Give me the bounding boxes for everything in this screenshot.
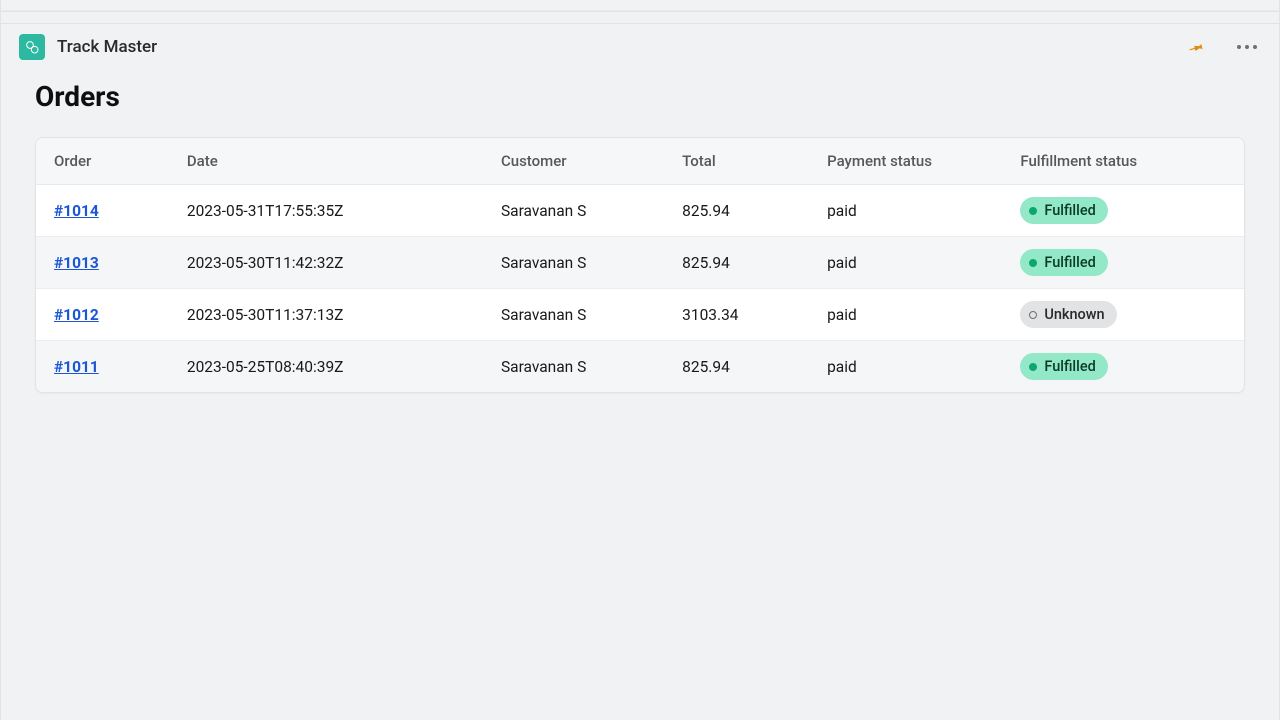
table-row: #1011 2023-05-25T08:40:39ZSaravanan S825.…: [36, 341, 1244, 393]
order-link[interactable]: #1014: [54, 202, 99, 220]
col-header-total: Total: [664, 138, 809, 185]
cell-date: 2023-05-30T11:42:32Z: [169, 237, 483, 289]
cell-fulfillment-status: Fulfilled: [1002, 341, 1244, 393]
cell-order: #1011: [36, 341, 169, 393]
cell-customer: Saravanan S: [483, 289, 664, 341]
cell-customer: Saravanan S: [483, 341, 664, 393]
col-header-fulfillment-status: Fulfillment status: [1002, 138, 1244, 185]
col-header-order: Order: [36, 138, 169, 185]
orders-table-card: Order Date Customer Total Payment status…: [35, 137, 1245, 393]
col-header-payment-status: Payment status: [809, 138, 1002, 185]
fulfilled-badge: Fulfilled: [1020, 249, 1107, 276]
order-link[interactable]: #1013: [54, 254, 99, 272]
cell-date: 2023-05-31T17:55:35Z: [169, 185, 483, 237]
badge-label: Fulfilled: [1044, 358, 1095, 375]
fulfilled-badge: Fulfilled: [1020, 197, 1107, 224]
cell-date: 2023-05-30T11:37:13Z: [169, 289, 483, 341]
cell-fulfillment-status: Fulfilled: [1002, 185, 1244, 237]
status-ring-icon: [1029, 311, 1037, 319]
app-logo-icon: [19, 34, 45, 60]
orders-table: Order Date Customer Total Payment status…: [36, 138, 1244, 392]
status-dot-icon: [1029, 259, 1037, 267]
page-title: Orders: [35, 80, 1245, 113]
cell-payment-status: paid: [809, 185, 1002, 237]
pin-icon[interactable]: [1187, 38, 1205, 56]
cell-total: 825.94: [664, 341, 809, 393]
cell-payment-status: paid: [809, 289, 1002, 341]
window-top-strip: [1, 0, 1279, 12]
more-icon[interactable]: [1233, 41, 1261, 53]
order-link[interactable]: #1011: [54, 358, 99, 376]
col-header-date: Date: [169, 138, 483, 185]
badge-label: Fulfilled: [1044, 254, 1095, 271]
unknown-badge: Unknown: [1020, 301, 1116, 328]
app-header: Track Master: [1, 24, 1279, 70]
cell-customer: Saravanan S: [483, 237, 664, 289]
table-row: #1014 2023-05-31T17:55:35ZSaravanan S825.…: [36, 185, 1244, 237]
cell-customer: Saravanan S: [483, 185, 664, 237]
cell-total: 3103.34: [664, 289, 809, 341]
status-dot-icon: [1029, 207, 1037, 215]
cell-fulfillment-status: Unknown: [1002, 289, 1244, 341]
cell-total: 825.94: [664, 237, 809, 289]
table-header-row: Order Date Customer Total Payment status…: [36, 138, 1244, 185]
cell-total: 825.94: [664, 185, 809, 237]
cell-order: #1014: [36, 185, 169, 237]
cell-order: #1012: [36, 289, 169, 341]
cell-date: 2023-05-25T08:40:39Z: [169, 341, 483, 393]
cell-order: #1013: [36, 237, 169, 289]
cell-payment-status: paid: [809, 341, 1002, 393]
cell-fulfillment-status: Fulfilled: [1002, 237, 1244, 289]
badge-label: Fulfilled: [1044, 202, 1095, 219]
fulfilled-badge: Fulfilled: [1020, 353, 1107, 380]
order-link[interactable]: #1012: [54, 306, 99, 324]
table-row: #1012 2023-05-30T11:37:13ZSaravanan S3103…: [36, 289, 1244, 341]
app-title: Track Master: [57, 37, 157, 57]
cell-payment-status: paid: [809, 237, 1002, 289]
badge-label: Unknown: [1044, 306, 1104, 323]
window-top-strip-2: [1, 12, 1279, 24]
col-header-customer: Customer: [483, 138, 664, 185]
table-row: #1013 2023-05-30T11:42:32ZSaravanan S825.…: [36, 237, 1244, 289]
status-dot-icon: [1029, 363, 1037, 371]
